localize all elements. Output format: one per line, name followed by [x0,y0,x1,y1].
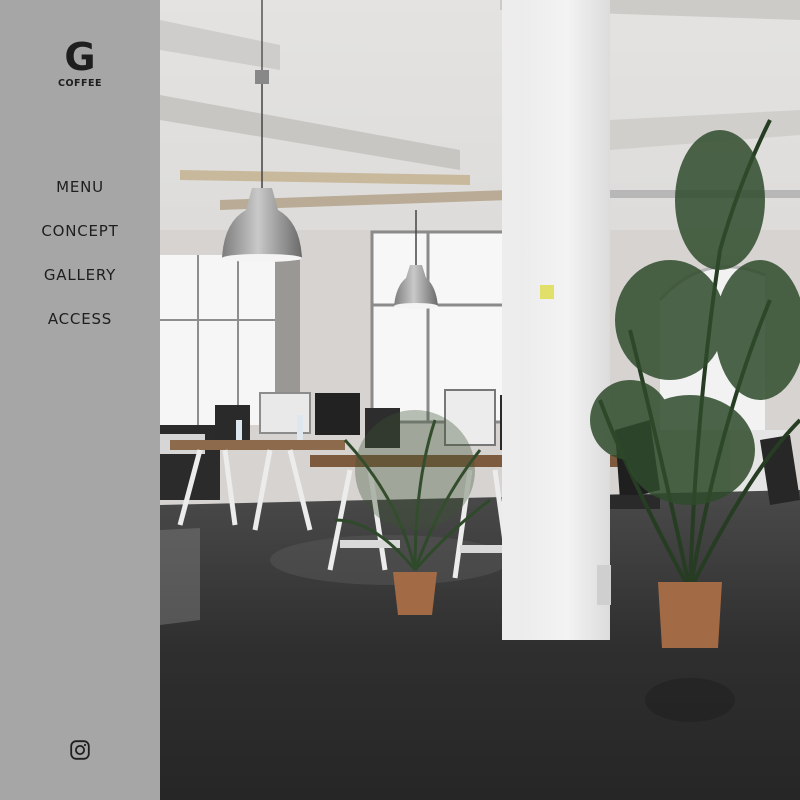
instagram-icon[interactable] [70,740,90,760]
nav-item-menu: MENU [0,176,160,220]
nav-item-gallery: GALLERY [0,264,160,308]
logo-text: COFFEE [57,78,102,89]
logo-mark: G [64,35,96,79]
sidebar: G COFFEE MENU CONCEPT GALLERY ACCESS [0,0,160,800]
nav-item-concept: CONCEPT [0,220,160,264]
nav-link-access[interactable]: ACCESS [48,310,112,328]
nav-link-concept[interactable]: CONCEPT [41,222,118,240]
brand-logo[interactable]: G COFFEE [0,36,160,89]
nav-item-access: ACCESS [0,308,160,352]
hero-image [160,0,800,800]
office-photo [160,0,800,800]
main-nav: MENU CONCEPT GALLERY ACCESS [0,176,160,352]
nav-link-menu[interactable]: MENU [56,178,104,196]
nav-link-gallery[interactable]: GALLERY [44,266,116,284]
